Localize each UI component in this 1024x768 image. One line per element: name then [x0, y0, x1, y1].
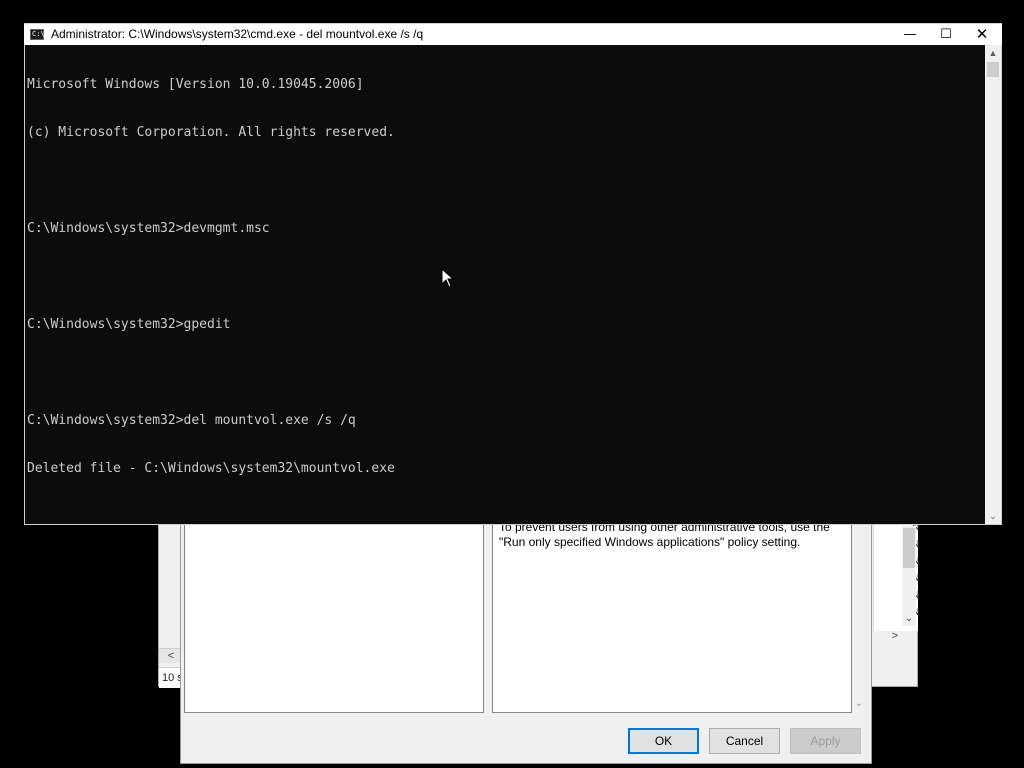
help-text-line: "Run only specified Windows applications… — [499, 535, 801, 549]
title-bar[interactable]: C:\ Administrator: C:\Windows\system32\c… — [24, 23, 1002, 45]
minimize-button[interactable]: — — [892, 24, 928, 45]
scroll-right-arrow[interactable]: > — [873, 629, 917, 643]
scroll-down-arrow[interactable]: ⌄ — [902, 612, 916, 626]
policy-setting-dialog: To prevent users from using other admini… — [180, 500, 872, 764]
console-output[interactable]: Microsoft Windows [Version 10.0.19045.20… — [27, 45, 985, 523]
console-line: C:\Windows\system32>del mountvol.exe /s … — [27, 413, 356, 428]
cmd-window: C:\ Administrator: C:\Windows\system32\c… — [24, 23, 1002, 525]
scrollbar-thumb[interactable] — [987, 62, 999, 77]
console-line: Microsoft Windows [Version 10.0.19045.20… — [27, 77, 364, 92]
console-line: C:\Windows\system32>devmgmt.msc — [27, 221, 270, 236]
console-line: C:\Windows\system32>gpedit — [27, 317, 231, 332]
console-scrollbar[interactable]: ▲ ⌄ — [985, 45, 1001, 524]
list-vertical-scrollbar[interactable]: ⌄ — [902, 526, 916, 626]
console-line: Deleted file - C:\Windows\system32\mount… — [27, 461, 395, 476]
console-line: (c) Microsoft Corporation. All rights re… — [27, 125, 395, 140]
ok-button[interactable]: OK — [628, 728, 699, 754]
scroll-up-arrow[interactable]: ▲ — [985, 45, 1001, 61]
cmd-app-icon[interactable]: C:\ — [30, 29, 45, 40]
options-pane — [184, 511, 484, 713]
mouse-cursor-icon — [441, 268, 455, 288]
maximize-button[interactable]: ☐ — [928, 24, 964, 45]
close-button[interactable]: ✕ — [964, 24, 1000, 45]
apply-button[interactable]: Apply — [790, 728, 861, 754]
cancel-button[interactable]: Cancel — [709, 728, 780, 754]
help-pane: To prevent users from using other admini… — [492, 511, 852, 713]
scroll-down-arrow[interactable]: ⌄ — [985, 508, 1001, 524]
window-title: Administrator: C:\Windows\system32\cmd.e… — [51, 27, 424, 41]
scrollbar-thumb[interactable] — [903, 528, 915, 568]
chevron-down-icon[interactable]: ⌄ — [853, 697, 865, 711]
